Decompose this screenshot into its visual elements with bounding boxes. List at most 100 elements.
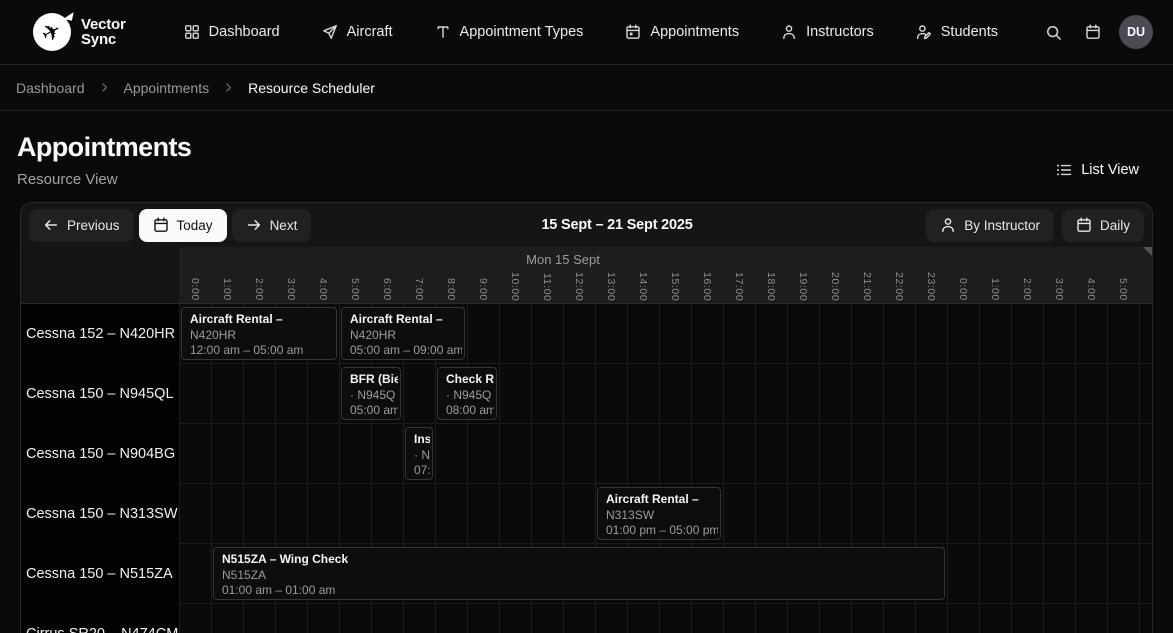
appointment-title: Aircraft Rental –	[190, 312, 334, 328]
appointment-time: 05:00 am	[350, 403, 398, 419]
resource-track[interactable]: Aircraft Rental –N313SW01:00 pm – 05:00 …	[179, 484, 1152, 544]
nav-item-students[interactable]: Students	[916, 24, 998, 40]
type-icon	[435, 24, 451, 40]
appointment-subtitle: N420HR	[350, 328, 462, 344]
plane-icon	[322, 24, 338, 40]
time-label: 23:00	[915, 272, 947, 301]
brand-logo[interactable]: Vector Sync	[33, 13, 126, 51]
appointment-time: 07:0	[414, 463, 430, 479]
resource-track[interactable]: N515ZA – Wing CheckN515ZA01:00 am – 01:0…	[179, 544, 1152, 604]
resource-track[interactable]: BFR (Bien· N945Q05:00 am Check Rid· N945Q…	[179, 364, 1152, 424]
time-label: 1:00	[979, 278, 1011, 301]
next-label: Next	[270, 218, 298, 233]
plane-logo-icon	[42, 21, 61, 44]
student-icon	[916, 24, 932, 40]
avatar[interactable]: DU	[1119, 15, 1153, 49]
calendar-icon	[1085, 24, 1101, 40]
time-label: 13:00	[595, 272, 627, 301]
nav-item-label: Dashboard	[209, 24, 280, 40]
appointment-block[interactable]: Check Rid· N945Q08:00 am	[437, 367, 497, 420]
toolbar-nav-group: Previous Today Next	[29, 209, 311, 242]
time-label: 11:00	[531, 273, 563, 302]
nav-item-appointment-types[interactable]: Appointment Types	[435, 24, 584, 40]
appointment-block[interactable]: N515ZA – Wing CheckN515ZA01:00 am – 01:0…	[213, 547, 945, 600]
time-label: 6:00	[1139, 278, 1152, 301]
list-view-button[interactable]: List View	[1056, 151, 1139, 188]
appointment-time: 08:00 am	[446, 403, 494, 419]
nav-item-appointments[interactable]: Appointments	[625, 24, 739, 40]
search-button[interactable]	[1040, 19, 1067, 46]
time-axis: 0:001:002:003:004:005:006:007:008:009:00…	[179, 272, 1152, 301]
time-label: 4:00	[1075, 278, 1107, 301]
time-label: 20:00	[819, 272, 851, 301]
resource-row: Cessna 150 – N945QLBFR (Bien· N945Q05:00…	[21, 364, 1152, 424]
time-label: 1:00	[211, 278, 243, 301]
time-label: 12:00	[563, 272, 595, 301]
time-label: 9:00	[467, 278, 499, 301]
resource-row: Cessna 150 – N515ZAN515ZA – Wing CheckN5…	[21, 544, 1152, 604]
main-nav: Dashboard Aircraft Appointment Types Appoin…	[184, 24, 998, 40]
time-label: 7:00	[403, 278, 435, 301]
appointment-title: BFR (Bien	[350, 372, 398, 388]
time-label: 18:00	[755, 272, 787, 301]
appointment-title: Inst	[414, 432, 430, 448]
time-label: 15:00	[659, 272, 691, 301]
next-button[interactable]: Next	[232, 209, 312, 242]
scheduler-body: Cessna 152 – N420HRAircraft Rental –N420…	[21, 304, 1152, 633]
list-icon	[1056, 162, 1072, 178]
appointment-time: 05:00 am – 09:00 am	[350, 343, 462, 359]
time-label: 8:00	[435, 278, 467, 301]
time-label: 0:00	[947, 278, 979, 301]
appointment-block[interactable]: Aircraft Rental –N420HR12:00 am – 05:00 …	[181, 307, 337, 360]
resource-row: Cessna 150 – N904BGInst· N07:0	[21, 424, 1152, 484]
nav-item-label: Students	[941, 24, 998, 40]
appointment-block[interactable]: Inst· N07:0	[405, 427, 433, 480]
time-label: 14:00	[627, 272, 659, 301]
resource-row: Cessna 150 – N313SWAircraft Rental –N313…	[21, 484, 1152, 544]
person-icon	[940, 217, 956, 233]
arrow-left-icon	[43, 217, 59, 233]
list-view-label: List View	[1081, 162, 1139, 178]
appointment-title: Check Rid	[446, 372, 494, 388]
appointment-block[interactable]: BFR (Bien· N945Q05:00 am	[341, 367, 401, 420]
day-header-label: Mon 15 Sept	[179, 252, 947, 267]
appointment-block[interactable]: Aircraft Rental –N420HR05:00 am – 09:00 …	[341, 307, 465, 360]
daily-button[interactable]: Daily	[1062, 209, 1144, 242]
nav-item-label: Aircraft	[347, 24, 393, 40]
nav-item-label: Appointment Types	[460, 24, 584, 40]
nav-item-label: Instructors	[806, 24, 874, 40]
appointment-time: 01:00 am – 01:00 am	[222, 583, 942, 599]
appointment-time: 01:00 pm – 05:00 pm	[606, 523, 718, 539]
appointment-title: N515ZA – Wing Check	[222, 552, 942, 568]
breadcrumb-item[interactable]: Appointments	[124, 80, 210, 96]
time-label: 5:00	[1107, 278, 1139, 301]
resource-label: Cessna 150 – N945QL	[21, 364, 179, 424]
by-instructor-button[interactable]: By Instructor	[926, 209, 1054, 242]
nav-item-aircraft[interactable]: Aircraft	[322, 24, 393, 40]
time-label: 19:00	[787, 272, 819, 301]
appointment-block[interactable]: Aircraft Rental –N313SW01:00 pm – 05:00 …	[597, 487, 721, 540]
time-label: 17:00	[723, 272, 755, 301]
logo-circle	[33, 13, 71, 51]
scheduler-header: Mon 15 Sept 0:001:002:003:004:005:006:00…	[21, 247, 1152, 304]
previous-button[interactable]: Previous	[29, 209, 134, 242]
time-label: 2:00	[243, 278, 275, 301]
appointment-subtitle: N515ZA	[222, 568, 942, 584]
nav-item-dashboard[interactable]: Dashboard	[184, 24, 280, 40]
nav-item-instructors[interactable]: Instructors	[781, 24, 874, 40]
resource-track[interactable]: Aircraft Rental –N420HR12:00 am – 05:00 …	[179, 304, 1152, 364]
breadcrumb-item[interactable]: Dashboard	[16, 80, 85, 96]
person-icon	[781, 24, 797, 40]
resource-track[interactable]	[179, 604, 1152, 633]
appointment-subtitle: N313SW	[606, 508, 718, 524]
page-titles: Appointments Resource View	[17, 127, 191, 188]
time-label: 22:00	[883, 272, 915, 301]
calendar-icon	[1076, 217, 1092, 233]
calendar-button[interactable]	[1080, 19, 1106, 45]
scheduler-corner	[21, 247, 179, 303]
appointment-subtitle: N420HR	[190, 328, 334, 344]
nav-actions: DU	[1040, 15, 1153, 49]
today-button[interactable]: Today	[139, 209, 227, 242]
by-instructor-label: By Instructor	[964, 218, 1040, 233]
resource-track[interactable]: Inst· N07:0	[179, 424, 1152, 484]
